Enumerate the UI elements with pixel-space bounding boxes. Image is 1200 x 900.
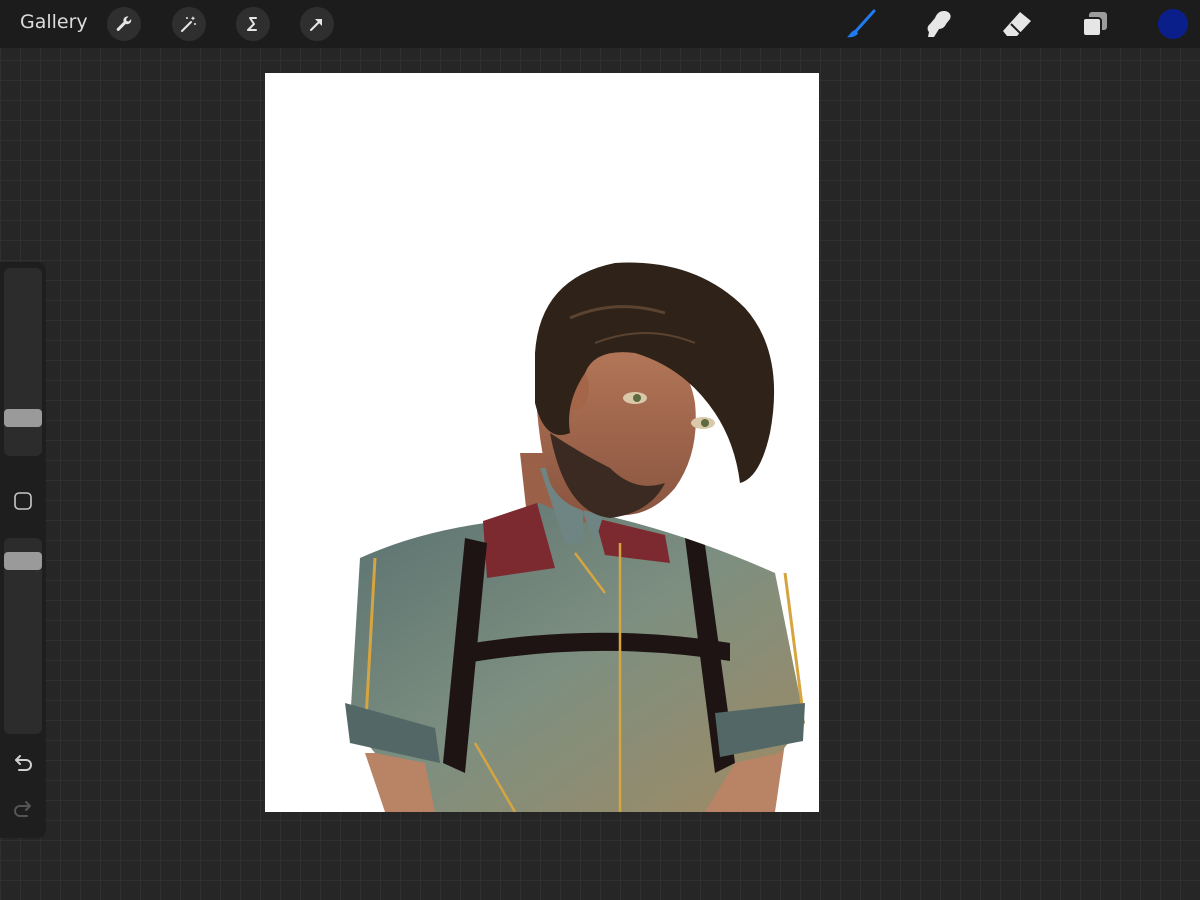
drawing-canvas[interactable] <box>265 73 819 812</box>
brush-size-slider[interactable] <box>4 268 42 456</box>
selection-button[interactable] <box>236 7 270 41</box>
left-sidebar <box>0 262 46 838</box>
redo-icon <box>14 801 31 817</box>
redo-button[interactable] <box>10 796 36 822</box>
top-toolbar: Gallery <box>0 0 1200 48</box>
artwork-illustration <box>345 262 805 812</box>
selection-icon <box>247 17 257 31</box>
adjustments-button[interactable] <box>172 7 206 41</box>
actions-button[interactable] <box>107 7 141 41</box>
gallery-link[interactable]: Gallery <box>20 11 88 33</box>
square-icon <box>14 492 32 510</box>
brush-size-thumb[interactable] <box>4 409 42 427</box>
eraser-icon <box>1003 12 1031 36</box>
transform-button[interactable] <box>300 7 334 41</box>
smudge-icon <box>927 11 951 37</box>
undo-button[interactable] <box>10 750 36 776</box>
brush-tool-button[interactable] <box>844 6 878 42</box>
opacity-slider[interactable] <box>4 538 42 734</box>
eraser-tool-button[interactable] <box>1000 6 1034 42</box>
modify-button[interactable] <box>12 490 34 512</box>
opacity-thumb[interactable] <box>4 552 42 570</box>
layers-button[interactable] <box>1078 6 1112 42</box>
brush-icon <box>847 9 876 38</box>
layers-icon <box>1082 12 1107 37</box>
magic-wand-icon <box>181 16 196 32</box>
color-picker-button[interactable] <box>1158 9 1188 39</box>
undo-icon <box>15 755 32 771</box>
transform-arrow-icon <box>310 19 322 31</box>
smudge-tool-button[interactable] <box>922 6 956 42</box>
wrench-icon <box>116 16 132 31</box>
